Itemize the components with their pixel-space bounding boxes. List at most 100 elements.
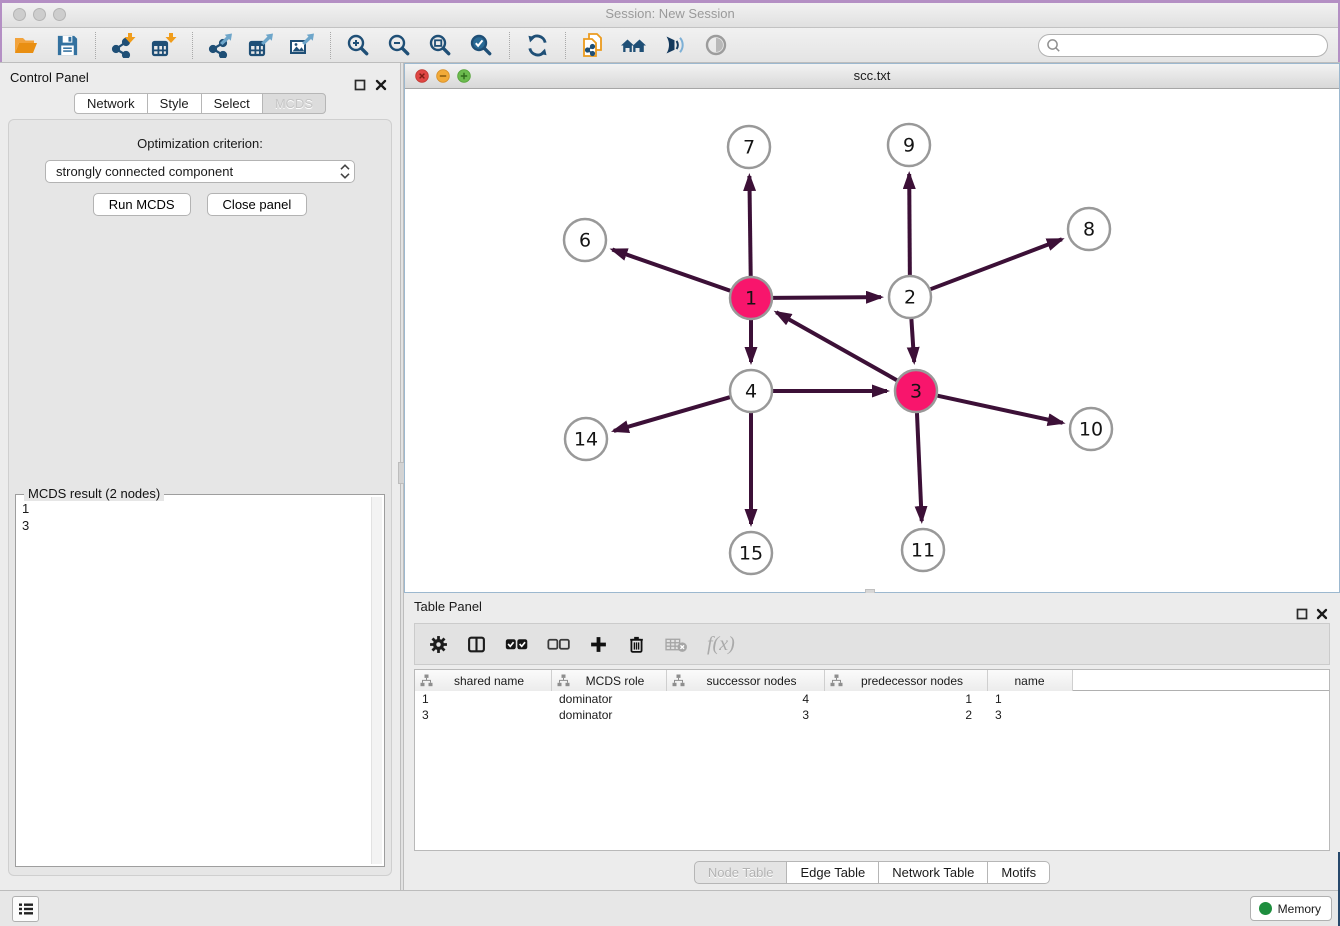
table-settings-button[interactable]	[429, 635, 448, 654]
trash-icon	[627, 635, 646, 654]
zoom-in-button[interactable]	[342, 30, 374, 60]
checked-boxes-icon	[505, 637, 528, 652]
table-cell[interactable]: 3	[415, 707, 552, 723]
network-canvas[interactable]: 7968124314101511	[405, 89, 1339, 592]
save-session-button[interactable]	[51, 30, 83, 60]
table-cell[interactable]: 3	[988, 707, 1073, 723]
table-cell[interactable]: 3	[667, 707, 825, 723]
clone-network-icon	[580, 32, 606, 58]
toolbar-separator	[192, 32, 193, 59]
import-network-icon	[110, 32, 136, 58]
task-history-button[interactable]	[12, 896, 39, 922]
list-icon	[18, 902, 34, 916]
graph-edge-1-7[interactable]	[749, 176, 750, 276]
export-table-button[interactable]	[245, 30, 277, 60]
graph-edge-3-11[interactable]	[917, 413, 922, 521]
memory-button[interactable]: Memory	[1250, 896, 1332, 921]
delete-column-button[interactable]	[627, 635, 646, 654]
graph-edge-4-14[interactable]	[614, 397, 730, 431]
tab-edge-table[interactable]: Edge Table	[786, 861, 879, 884]
search-icon	[1045, 37, 1062, 54]
optimization-criterion-select[interactable]: strongly connected component	[45, 160, 355, 183]
result-scrollbar[interactable]	[371, 497, 382, 864]
open-folder-icon	[13, 32, 39, 58]
select-all-button[interactable]	[505, 637, 528, 652]
refresh-layout-button[interactable]	[521, 30, 553, 60]
memory-label: Memory	[1278, 902, 1321, 916]
table-cell[interactable]: 1	[988, 691, 1073, 707]
hierarchy-icon	[672, 674, 685, 687]
import-table-button[interactable]	[148, 30, 180, 60]
tab-network[interactable]: Network	[74, 93, 148, 114]
column-header-predecessor-nodes[interactable]: predecessor nodes	[825, 670, 988, 691]
graph-node-label-7: 7	[743, 137, 755, 159]
tab-motifs[interactable]: Motifs	[987, 861, 1050, 884]
main-toolbar	[0, 28, 1340, 63]
delete-table-button-disabled[interactable]	[665, 636, 688, 653]
export-image-button[interactable]	[286, 30, 318, 60]
table-tabs: Node Table Edge Table Network Table Moti…	[404, 861, 1340, 884]
tab-select[interactable]: Select	[201, 93, 263, 114]
table-cell[interactable]: dominator	[552, 691, 667, 707]
close-panel-button[interactable]	[375, 72, 387, 102]
toolbar-separator	[330, 32, 331, 59]
graph-edge-3-1[interactable]	[776, 312, 897, 380]
zoom-selected-button[interactable]	[465, 30, 497, 60]
graph-edge-2-9[interactable]	[909, 174, 910, 275]
table-row[interactable]: 3dominator323	[415, 707, 1329, 723]
clone-network-button[interactable]	[577, 30, 609, 60]
desktop-edge-left	[0, 0, 2, 62]
graph-node-label-10: 10	[1079, 419, 1103, 441]
tab-network-table[interactable]: Network Table	[878, 861, 988, 884]
optimization-criterion-value: strongly connected component	[56, 161, 336, 182]
close-panel-pushbutton[interactable]: Close panel	[207, 193, 308, 216]
memory-status-dot-icon	[1259, 902, 1272, 915]
hierarchy-icon	[420, 674, 433, 687]
announcement-button[interactable]	[659, 30, 691, 60]
mcds-result-text[interactable]: 1 3	[18, 498, 369, 864]
column-header-name[interactable]: name	[988, 670, 1073, 691]
column-header-MCDS-role[interactable]: MCDS role	[552, 670, 667, 691]
run-mcds-button[interactable]: Run MCDS	[93, 193, 191, 216]
unselect-all-button[interactable]	[547, 637, 570, 652]
export-table-icon	[248, 32, 274, 58]
export-network-button[interactable]	[204, 30, 236, 60]
tab-node-table[interactable]: Node Table	[694, 861, 788, 884]
table-cell[interactable]: 1	[415, 691, 552, 707]
neighbors-button[interactable]	[618, 30, 650, 60]
import-network-button[interactable]	[107, 30, 139, 60]
zoom-fit-icon	[427, 32, 453, 58]
column-header-shared-name[interactable]: shared name	[415, 670, 552, 691]
table-cell[interactable]: 2	[825, 707, 988, 723]
float-panel-button[interactable]	[354, 72, 366, 102]
table-cell[interactable]: dominator	[552, 707, 667, 723]
graph-edge-2-3[interactable]	[911, 319, 914, 362]
table-cell[interactable]: 4	[667, 691, 825, 707]
node-table[interactable]: shared nameMCDS rolesuccessor nodesprede…	[414, 669, 1330, 851]
zoom-out-icon	[386, 32, 412, 58]
node-table-body: 1dominator4113dominator323	[415, 691, 1329, 723]
hierarchy-icon	[557, 674, 570, 687]
table-cell[interactable]: 1	[825, 691, 988, 707]
graph-node-label-6: 6	[579, 230, 591, 252]
show-column-panel-button[interactable]	[467, 635, 486, 654]
tab-style[interactable]: Style	[147, 93, 202, 114]
visibility-button[interactable]	[700, 30, 732, 60]
search-box[interactable]	[1038, 34, 1328, 57]
gear-icon	[429, 635, 448, 654]
zoom-fit-button[interactable]	[424, 30, 456, 60]
function-builder-button-disabled[interactable]: f(x)	[707, 633, 735, 656]
graph-edge-1-6[interactable]	[612, 250, 730, 291]
open-session-button[interactable]	[10, 30, 42, 60]
graph-edge-2-8[interactable]	[931, 239, 1062, 289]
tab-mcds[interactable]: MCDS	[262, 93, 326, 114]
table-row[interactable]: 1dominator411	[415, 691, 1329, 707]
desktop-edge-top	[0, 0, 1340, 3]
add-column-button[interactable]	[589, 635, 608, 654]
column-header-successor-nodes[interactable]: successor nodes	[667, 670, 825, 691]
network-view-titlebar[interactable]: scc.txt	[405, 64, 1339, 89]
graph-edge-1-2[interactable]	[773, 297, 881, 298]
search-input[interactable]	[1062, 37, 1327, 55]
zoom-out-button[interactable]	[383, 30, 415, 60]
graph-edge-3-10[interactable]	[937, 396, 1062, 423]
